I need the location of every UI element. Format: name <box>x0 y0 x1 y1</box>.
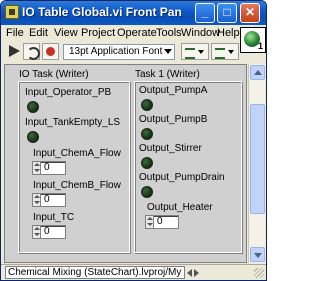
title-bar[interactable]: IO Table Global.vi Front Panel on Che...… <box>1 1 266 25</box>
increment-decrement-icon[interactable] <box>33 194 41 206</box>
menu-view[interactable]: View <box>54 27 78 39</box>
vi-app-icon[interactable] <box>5 5 19 19</box>
vi-icon-number: 1 <box>257 41 263 51</box>
distribute-objects-button[interactable] <box>211 43 239 60</box>
numeric-value: 0 <box>157 216 163 227</box>
numeric-value: 0 <box>44 194 50 205</box>
indicator-label: Output_PumpB <box>139 114 208 125</box>
run-continuously-icon[interactable] <box>23 43 40 60</box>
led-indicator-icon <box>141 186 153 198</box>
task1-cluster: Output_PumpA Output_PumpB Output_Stirrer… <box>134 81 242 253</box>
scroll-down-icon[interactable] <box>250 247 265 262</box>
menu-operate[interactable]: Operate <box>117 27 157 39</box>
numeric-value: 0 <box>44 162 50 173</box>
chevron-down-icon <box>164 49 172 54</box>
menu-bar: File Edit View Project Operate Tools Win… <box>1 25 266 41</box>
increment-decrement-icon[interactable] <box>146 216 154 228</box>
menu-tools[interactable]: Tools <box>156 27 182 39</box>
io-task-cluster: Input_Operator_PB Input_TankEmpty_LS Inp… <box>18 81 130 253</box>
close-button[interactable]: ✕ <box>240 3 260 23</box>
scroll-arrows-icon[interactable] <box>187 267 199 278</box>
indicator-label: Input_TankEmpty_LS <box>25 117 121 128</box>
toolbar: 13pt Application Font <box>1 41 266 63</box>
io-task-title: IO Task (Writer) <box>19 69 89 80</box>
numeric-control[interactable]: 0 <box>32 161 66 175</box>
resize-grip-icon[interactable] <box>254 268 264 278</box>
menu-window[interactable]: Window <box>181 27 220 39</box>
led-indicator-icon <box>141 157 153 169</box>
menu-project[interactable]: Project <box>81 27 115 39</box>
status-bar: Chemical Mixing (StateChart).lvproj/My C… <box>1 264 266 280</box>
indicator-label: Output_PumpA <box>139 85 208 96</box>
numeric-control[interactable]: 0 <box>32 225 66 239</box>
increment-decrement-icon[interactable] <box>33 162 41 174</box>
align-objects-button[interactable] <box>181 43 209 60</box>
numeric-label: Input_TC <box>33 212 75 223</box>
scroll-up-icon[interactable] <box>250 65 265 80</box>
led-indicator-icon <box>27 101 39 113</box>
run-arrow-icon[interactable] <box>7 44 21 58</box>
led-indicator-icon <box>141 128 153 140</box>
indicator-label: Input_Operator_PB <box>25 87 112 98</box>
front-panel-area: IO Task (Writer) Input_Operator_PB Input… <box>4 64 247 263</box>
numeric-control[interactable]: 0 <box>145 215 179 229</box>
numeric-label: Input_ChemB_Flow <box>33 180 121 191</box>
window-title: IO Table Global.vi Front Panel on Che... <box>22 5 182 19</box>
numeric-label: Input_ChemA_Flow <box>33 148 121 159</box>
indicator-label: Output_PumpDrain <box>139 172 225 183</box>
numeric-control[interactable]: 0 <box>32 193 66 207</box>
project-path: Chemical Mixing (StateChart).lvproj/My C… <box>5 266 185 279</box>
indicator-label: Output_Stirrer <box>139 143 202 154</box>
labview-front-panel-window: IO Table Global.vi Front Panel on Che...… <box>0 0 267 281</box>
numeric-value: 0 <box>44 226 50 237</box>
increment-decrement-icon[interactable] <box>33 226 41 238</box>
abort-execution-icon[interactable] <box>42 43 59 60</box>
task1-title: Task 1 (Writer) <box>135 69 200 80</box>
maximize-button[interactable]: □ <box>217 3 237 23</box>
minimize-button[interactable]: _ <box>195 3 215 23</box>
led-indicator-icon <box>141 99 153 111</box>
menu-edit[interactable]: Edit <box>29 27 48 39</box>
menu-file[interactable]: File <box>6 27 24 39</box>
vi-connector-icon[interactable]: 1 <box>240 27 266 53</box>
font-select[interactable]: 13pt Application Font <box>63 44 175 60</box>
menu-help[interactable]: Help <box>217 27 240 39</box>
scroll-thumb[interactable] <box>250 104 265 214</box>
font-select-value: 13pt Application Font <box>69 46 163 57</box>
vertical-scrollbar[interactable] <box>248 64 265 263</box>
led-indicator-icon <box>27 131 39 143</box>
numeric-label: Output_Heater <box>147 202 213 213</box>
